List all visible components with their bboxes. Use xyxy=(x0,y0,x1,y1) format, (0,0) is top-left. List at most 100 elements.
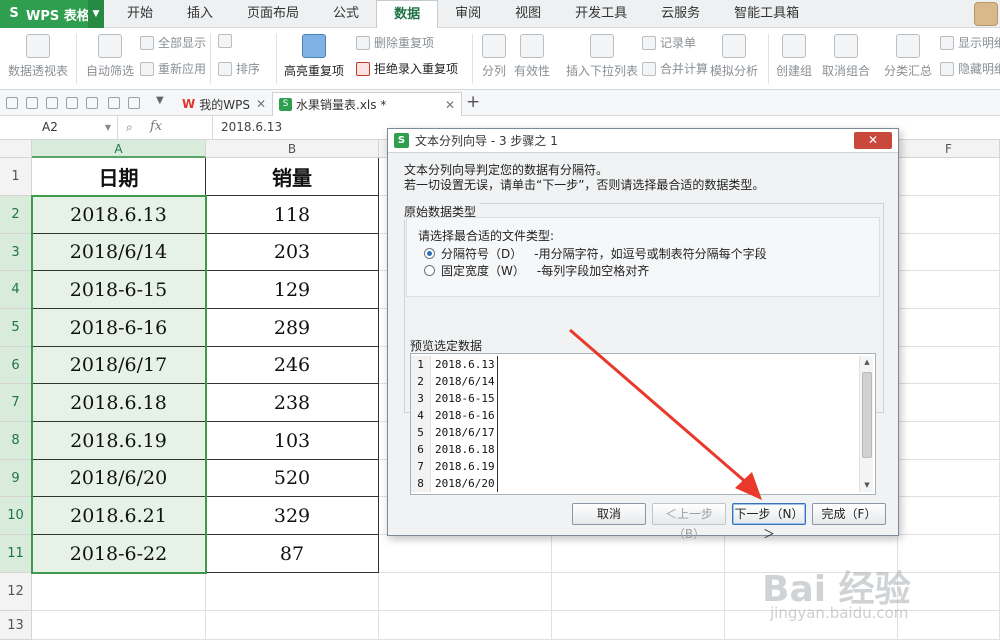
row-header[interactable]: 5 xyxy=(0,309,32,347)
cell[interactable]: 2018-6-22 xyxy=(32,535,206,573)
cell[interactable] xyxy=(898,196,1000,234)
cell[interactable]: 238 xyxy=(206,384,379,422)
tab-5[interactable]: 审阅 xyxy=(438,0,498,28)
radio-fixed-width[interactable]: 固定宽度（W） -每列字段加空格对齐 xyxy=(424,262,649,279)
cell[interactable] xyxy=(898,271,1000,309)
sort-asc-button[interactable] xyxy=(218,34,236,48)
show-detail-button[interactable]: 显示明细 xyxy=(940,34,1000,51)
show-all-button[interactable]: 全部显示 xyxy=(140,34,206,51)
cell[interactable] xyxy=(32,611,206,640)
tab-4[interactable]: 数据 xyxy=(376,0,439,29)
autofilter-button[interactable]: 自动筛选 xyxy=(86,34,134,79)
undo-icon[interactable] xyxy=(108,97,120,109)
save-icon[interactable] xyxy=(26,97,38,109)
row-header[interactable]: 12 xyxy=(0,573,32,611)
row-header[interactable]: 4 xyxy=(0,271,32,309)
row-header[interactable]: 8 xyxy=(0,422,32,460)
column-header[interactable]: F xyxy=(898,140,1000,158)
highlight-duplicates-button[interactable]: 高亮重复项 xyxy=(284,34,344,79)
radio-delimited[interactable]: 分隔符号（D） -用分隔字符，如逗号或制表符分隔每个字段 xyxy=(424,245,767,262)
cell[interactable] xyxy=(898,309,1000,347)
remove-duplicates-button[interactable]: 删除重复项 xyxy=(356,34,434,51)
cell[interactable]: 2018/6/17 xyxy=(32,347,206,384)
record-sheet-button[interactable]: 记录单 xyxy=(642,34,696,51)
row-header[interactable]: 3 xyxy=(0,234,32,271)
export-pdf-icon[interactable] xyxy=(86,97,98,109)
simulate-button[interactable]: 模拟分析 xyxy=(710,34,758,79)
cell[interactable] xyxy=(206,573,379,611)
print-icon[interactable] xyxy=(46,97,58,109)
row-header[interactable]: 6 xyxy=(0,347,32,384)
tab-0[interactable]: 开始 xyxy=(110,0,170,28)
tab-1[interactable]: 插入 xyxy=(170,0,230,28)
cell[interactable]: 销量 xyxy=(206,158,379,196)
name-box[interactable]: A2 ▼ xyxy=(0,116,118,139)
radio-button[interactable] xyxy=(424,248,435,259)
cell[interactable]: 103 xyxy=(206,422,379,460)
cell[interactable]: 2018-6-16 xyxy=(32,309,206,347)
cell[interactable] xyxy=(898,384,1000,422)
cell[interactable]: 87 xyxy=(206,535,379,573)
tab-9[interactable]: 智能工具箱 xyxy=(717,0,816,28)
cell[interactable] xyxy=(898,422,1000,460)
tab-7[interactable]: 开发工具 xyxy=(558,0,644,28)
validity-button[interactable]: 有效性 xyxy=(514,34,550,79)
cell[interactable]: 2018-6-15 xyxy=(32,271,206,309)
cell[interactable] xyxy=(898,460,1000,497)
customize-dropdown-icon[interactable]: ▼ xyxy=(156,95,164,106)
cell[interactable]: 2018.6.18 xyxy=(32,384,206,422)
sort-button[interactable]: 排序 xyxy=(218,60,260,77)
cell[interactable]: 203 xyxy=(206,234,379,271)
ungroup-button[interactable]: 取消组合 xyxy=(822,34,870,79)
chevron-down-icon[interactable]: ▼ xyxy=(88,0,104,28)
cell[interactable]: 118 xyxy=(206,196,379,234)
close-button[interactable]: ✕ xyxy=(854,132,892,149)
select-all-corner[interactable] xyxy=(0,140,32,158)
cell[interactable] xyxy=(379,535,552,573)
tab-my-wps[interactable]: W 我的WPS ✕ xyxy=(176,92,272,116)
dialog-title-bar[interactable]: S 文本分列向导 - 3 步骤之 1 ✕ xyxy=(388,129,898,153)
cell[interactable] xyxy=(898,497,1000,535)
row-header[interactable]: 10 xyxy=(0,497,32,535)
tab-file[interactable]: S 水果销量表.xls * ✕ xyxy=(272,92,462,116)
cell[interactable] xyxy=(898,347,1000,384)
cell[interactable] xyxy=(898,158,1000,196)
cell[interactable] xyxy=(32,573,206,611)
subtotal-button[interactable]: 分类汇总 xyxy=(884,34,932,79)
row-header[interactable]: 7 xyxy=(0,384,32,422)
cell[interactable]: 2018/6/20 xyxy=(32,460,206,497)
cell[interactable]: 329 xyxy=(206,497,379,535)
split-column-button[interactable]: 分列 xyxy=(482,34,506,79)
row-header[interactable]: 1 xyxy=(0,158,32,196)
hide-detail-button[interactable]: 隐藏明细 xyxy=(940,60,1000,77)
new-tab-button[interactable]: + xyxy=(466,94,480,111)
previous-button[interactable]: ＜上一步（B） xyxy=(652,503,726,541)
cell[interactable]: 246 xyxy=(206,347,379,384)
chevron-down-icon[interactable]: ▼ xyxy=(105,116,111,139)
cell[interactable] xyxy=(898,234,1000,271)
function-icon[interactable]: fx xyxy=(150,119,162,134)
scroll-thumb[interactable] xyxy=(862,372,872,458)
tab-6[interactable]: 视图 xyxy=(498,0,558,28)
cell[interactable]: 2018.6.21 xyxy=(32,497,206,535)
cell[interactable] xyxy=(898,611,1000,640)
scroll-down-icon[interactable]: ▼ xyxy=(860,479,874,492)
tab-2[interactable]: 页面布局 xyxy=(230,0,316,28)
column-header[interactable]: A xyxy=(32,140,206,158)
close-icon[interactable]: ✕ xyxy=(445,98,455,112)
zoom-icon[interactable]: ⌕ xyxy=(126,120,133,135)
reapply-button[interactable]: 重新应用 xyxy=(140,60,206,77)
column-header[interactable]: B xyxy=(206,140,379,158)
cell[interactable] xyxy=(379,573,552,611)
avatar[interactable] xyxy=(974,2,998,26)
cell[interactable]: 2018.6.13 xyxy=(32,196,206,234)
cancel-button[interactable]: 取消 xyxy=(572,503,646,525)
cell[interactable] xyxy=(898,535,1000,573)
consolidate-button[interactable]: 合并计算 xyxy=(642,60,708,77)
cell[interactable]: 2018.6.19 xyxy=(32,422,206,460)
radio-button[interactable] xyxy=(424,265,435,276)
create-group-button[interactable]: 创建组 xyxy=(776,34,812,79)
cell[interactable]: 日期 xyxy=(32,158,206,196)
row-header[interactable]: 13 xyxy=(0,611,32,640)
cell[interactable] xyxy=(552,573,725,611)
